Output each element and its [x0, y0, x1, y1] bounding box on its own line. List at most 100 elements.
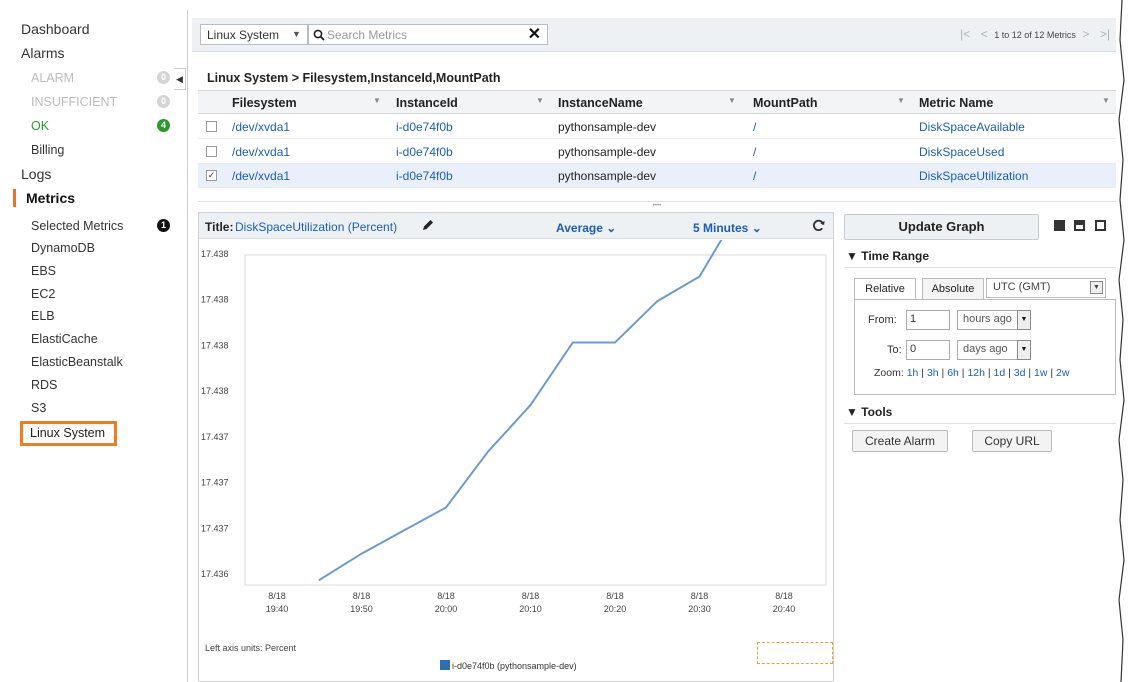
- sidebar-item-alarms[interactable]: Alarms: [21, 45, 65, 61]
- sidebar-item-metrics[interactable]: Metrics: [26, 190, 75, 206]
- tools-label: Tools: [861, 405, 893, 419]
- zoom-12h[interactable]: 12h: [967, 367, 985, 379]
- cell-instanceid[interactable]: i-d0e74f0b: [396, 120, 453, 134]
- sidebar-item-elasticbeanstalk[interactable]: ElasticBeanstalk: [31, 355, 123, 369]
- refresh-icon[interactable]: [811, 218, 826, 233]
- create-alarm-button[interactable]: Create Alarm: [852, 430, 948, 452]
- layout-full-icon[interactable]: [1054, 220, 1065, 231]
- alarm-count-badge: 0: [157, 71, 170, 84]
- chevron-down-icon[interactable]: ▼: [1090, 281, 1103, 294]
- cell-filesystem[interactable]: /dev/xvda1: [232, 169, 290, 183]
- close-icon[interactable]: ✕: [528, 25, 541, 44]
- x-tick-label: 20:10: [519, 604, 542, 614]
- sidebar-item-rds[interactable]: RDS: [31, 378, 57, 392]
- sidebar-item-dashboard[interactable]: Dashboard: [21, 21, 90, 37]
- row-checkbox[interactable]: [206, 121, 217, 132]
- sidebar-item-ec2[interactable]: EC2: [31, 287, 55, 301]
- sort-icon[interactable]: ▼: [373, 96, 381, 105]
- plot-area: [244, 254, 827, 586]
- sidebar-item-linux-system[interactable]: Linux System: [30, 426, 105, 440]
- sidebar-item-billing[interactable]: Billing: [31, 143, 64, 157]
- search-placeholder: Search Metrics: [327, 28, 408, 42]
- divider: [187, 10, 188, 682]
- zoom-1w[interactable]: 1w: [1034, 367, 1047, 379]
- next-page-icon[interactable]: >: [1082, 27, 1089, 41]
- sort-icon[interactable]: ▼: [728, 96, 736, 105]
- first-page-icon[interactable]: |<: [960, 27, 970, 41]
- x-tick-label: 20:40: [773, 604, 796, 614]
- statistic-dropdown[interactable]: Average ⌄: [556, 221, 616, 235]
- sidebar-item-s3[interactable]: S3: [31, 401, 46, 415]
- chevron-down-icon[interactable]: ▼: [289, 27, 304, 42]
- last-page-icon[interactable]: >|: [1100, 27, 1110, 41]
- row-checkbox[interactable]: [206, 146, 217, 157]
- cell-metric-name[interactable]: DiskSpaceUtilization: [919, 169, 1028, 183]
- graph-title[interactable]: DiskSpaceUtilization (Percent): [235, 220, 397, 234]
- cell-instanceid[interactable]: i-d0e74f0b: [396, 169, 453, 183]
- cell-metric-name[interactable]: DiskSpaceAvailable: [919, 120, 1025, 134]
- x-tick-label: 20:20: [604, 604, 627, 614]
- cell-instanceid[interactable]: i-d0e74f0b: [396, 145, 453, 159]
- period-dropdown[interactable]: 5 Minutes ⌄: [693, 221, 762, 235]
- timezone-select[interactable]: UTC (GMT) ▼: [986, 278, 1106, 298]
- column-header-instanceid[interactable]: InstanceId: [396, 96, 458, 110]
- cell-mountpath[interactable]: /: [753, 145, 756, 159]
- from-unit-select[interactable]: hours ago ▼: [957, 310, 1031, 330]
- cell-mountpath[interactable]: /: [753, 120, 756, 134]
- tab-absolute[interactable]: Absolute: [922, 278, 984, 300]
- divider: [844, 423, 1120, 424]
- table-row[interactable]: /dev/xvda1 i-d0e74f0b pythonsample-dev /…: [198, 140, 1116, 164]
- sidebar-item-alarm[interactable]: ALARM: [31, 71, 74, 85]
- pencil-icon[interactable]: [421, 218, 435, 232]
- table-row[interactable]: /dev/xvda1 i-d0e74f0b pythonsample-dev /…: [198, 115, 1116, 139]
- chevron-down-icon[interactable]: ▼: [1017, 310, 1031, 330]
- update-graph-button[interactable]: Update Graph: [844, 214, 1039, 240]
- zoom-3h[interactable]: 3h: [927, 367, 939, 379]
- sidebar-item-elb[interactable]: ELB: [31, 309, 55, 323]
- namespace-select[interactable]: Linux System ▼: [200, 24, 308, 45]
- resize-handle[interactable]: ••••: [198, 201, 1116, 209]
- tab-relative[interactable]: Relative: [854, 278, 916, 300]
- column-header-instancename[interactable]: InstanceName: [558, 96, 643, 110]
- column-header-metric-name[interactable]: Metric Name: [919, 96, 993, 110]
- to-input[interactable]: 0: [906, 340, 950, 360]
- column-header-mountpath[interactable]: MountPath: [753, 96, 818, 110]
- cell-mountpath[interactable]: /: [753, 169, 756, 183]
- cell-filesystem[interactable]: /dev/xvda1: [232, 120, 290, 134]
- y-tick-label: 17.438: [201, 340, 229, 350]
- sort-icon[interactable]: ▼: [1102, 96, 1110, 105]
- from-input[interactable]: 1: [906, 310, 950, 330]
- y-tick-label: 17.438: [201, 386, 229, 396]
- to-unit-select[interactable]: days ago ▼: [957, 340, 1031, 360]
- table-row-selected[interactable]: ✓ /dev/xvda1 i-d0e74f0b pythonsample-dev…: [198, 164, 1116, 188]
- chevron-down-icon[interactable]: ▼: [1017, 340, 1031, 360]
- layout-split-icon[interactable]: [1074, 220, 1085, 231]
- sidebar-item-insufficient[interactable]: INSUFFICIENT: [31, 95, 117, 109]
- sidebar-item-ok[interactable]: OK: [31, 119, 49, 133]
- row-checkbox-checked[interactable]: ✓: [206, 170, 217, 181]
- x-tick-label: 8/18: [268, 591, 286, 601]
- time-range-heading[interactable]: ▼ Time Range: [846, 249, 929, 263]
- cell-filesystem[interactable]: /dev/xvda1: [232, 145, 290, 159]
- zoom-6h[interactable]: 6h: [947, 367, 959, 379]
- pagination: |< < 1 to 12 of 12 Metrics > >|: [956, 27, 1114, 41]
- tools-heading[interactable]: ▼ Tools: [846, 405, 892, 419]
- sidebar-item-logs[interactable]: Logs: [21, 166, 51, 182]
- layout-empty-icon[interactable]: [1095, 220, 1106, 231]
- sort-icon[interactable]: ▼: [536, 96, 544, 105]
- sidebar-item-dynamodb[interactable]: DynamoDB: [31, 241, 95, 255]
- sidebar-item-ebs[interactable]: EBS: [31, 264, 56, 278]
- zoom-2w[interactable]: 2w: [1056, 367, 1069, 379]
- sidebar-item-selected-metrics[interactable]: Selected Metrics: [31, 219, 123, 233]
- zoom-1d[interactable]: 1d: [994, 367, 1006, 379]
- cell-metric-name[interactable]: DiskSpaceUsed: [919, 145, 1004, 159]
- copy-url-button[interactable]: Copy URL: [972, 430, 1052, 452]
- sidebar-item-elasticache[interactable]: ElastiCache: [31, 332, 98, 346]
- search-input[interactable]: Search Metrics ✕: [308, 24, 548, 45]
- column-header-filesystem[interactable]: Filesystem: [232, 96, 297, 110]
- collapse-sidebar-icon[interactable]: ◀: [174, 68, 186, 90]
- prev-page-icon[interactable]: <: [981, 27, 988, 41]
- zoom-3d[interactable]: 3d: [1014, 367, 1026, 379]
- zoom-1h[interactable]: 1h: [907, 367, 919, 379]
- sort-icon[interactable]: ▼: [897, 96, 905, 105]
